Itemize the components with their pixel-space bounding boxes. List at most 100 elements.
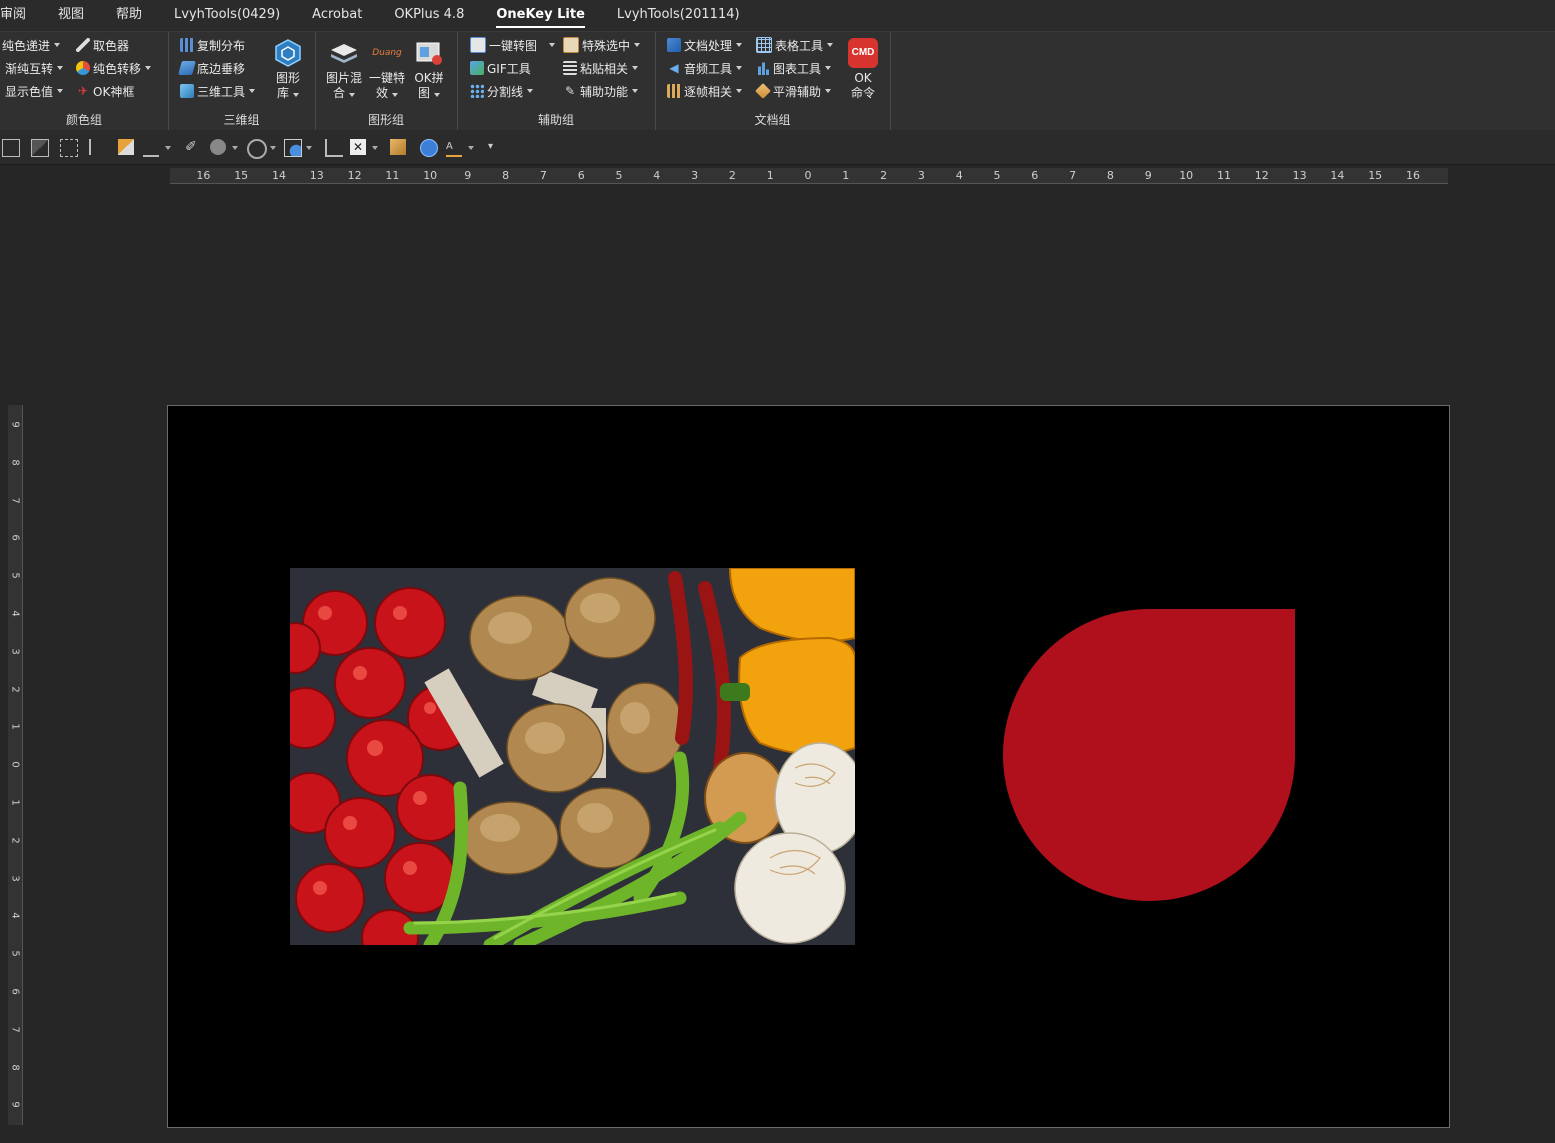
vertical-ruler[interactable]: 9 8 7 6 5 4 3 2 1 0 1 2 3 4 5 6 7 8 9 xyxy=(8,405,23,1125)
frame-by-frame-button[interactable]: 逐帧相关 xyxy=(667,81,743,101)
tab-onekey-lite[interactable]: OneKey Lite xyxy=(480,0,601,31)
stacked-layers-icon xyxy=(329,38,359,68)
shape-outline-icon[interactable] xyxy=(247,139,267,159)
tab-okplus[interactable]: OKPlus 4.8 xyxy=(378,0,480,31)
vegetables-photo[interactable] xyxy=(290,568,855,945)
group-icon[interactable] xyxy=(60,139,78,157)
ruler-h-tick-label: 0 xyxy=(804,169,812,182)
shape-fill-icon[interactable] xyxy=(210,139,226,155)
ruler-h-tick-label: 4 xyxy=(955,169,963,182)
doc-process-label: 文档处理 xyxy=(684,38,733,53)
gif-tools-button[interactable]: GIF工具 xyxy=(470,58,531,78)
ok-frame-button[interactable]: ✈ OK神框 xyxy=(76,81,134,101)
ruler-v-tick-label: 6 xyxy=(9,988,21,995)
image-blend-label-2: 合 xyxy=(332,86,345,100)
assist-function-label: 辅助功能 xyxy=(580,84,629,99)
paste-related-button[interactable]: 粘贴相关 xyxy=(563,58,639,78)
ruler-v-tick-label: 3 xyxy=(9,874,21,882)
ruler-v-tick-label: 1 xyxy=(9,799,21,806)
tab-help[interactable]: 帮助 xyxy=(100,0,158,31)
format-painter-icon[interactable]: ✐ xyxy=(185,139,201,155)
font-color-dropdown[interactable] xyxy=(468,146,474,150)
show-color-value-button[interactable]: 显示色值 xyxy=(5,81,64,101)
ruler-h-tick-label: 6 xyxy=(577,169,585,182)
ruler-v-tick-label: 7 xyxy=(9,1026,21,1033)
tab-lvyhtools-0429[interactable]: LvyhTools(0429) xyxy=(158,0,296,31)
ruler-v-tick-label: 4 xyxy=(9,912,21,920)
special-select-button[interactable]: 特殊选中 xyxy=(563,35,641,55)
color-picker-button[interactable]: 取色器 xyxy=(76,35,129,55)
ruler-h-tick-label: 4 xyxy=(653,169,661,182)
customize-toolbar-icon[interactable]: ▾ xyxy=(488,139,504,155)
color-transfer-button[interactable]: 纯色转移 xyxy=(76,58,152,78)
audio-tools-button[interactable]: ◀ 音频工具 xyxy=(667,58,743,78)
shape-outline-dropdown[interactable] xyxy=(270,146,276,150)
divider-line-button[interactable]: 分割线 xyxy=(470,81,534,101)
tab-acrobat[interactable]: Acrobat xyxy=(296,0,378,31)
tab-lvyhtools-201114[interactable]: LvyhTools(201114) xyxy=(601,0,756,31)
ribbon-tab-bar: 审阅 视图 帮助 LvyhTools(0429) Acrobat OKPlus … xyxy=(0,0,1555,31)
crop-icon[interactable] xyxy=(325,139,343,157)
color-picker-label: 取色器 xyxy=(93,38,130,53)
ruler-v-tick-label: 5 xyxy=(9,572,21,579)
assist-function-button[interactable]: ✎ 辅助功能 xyxy=(563,81,639,101)
gradient-pure-convert-label: 渐纯互转 xyxy=(5,61,54,76)
globe-icon[interactable] xyxy=(420,139,438,157)
special-select-label: 特殊选中 xyxy=(582,38,631,53)
text-box-dropdown[interactable] xyxy=(372,146,378,150)
bottom-edge-move-button[interactable]: 底边垂移 xyxy=(178,58,245,78)
crop-shape-icon[interactable] xyxy=(118,139,134,155)
ok-collage-button[interactable]: OK拼 图 xyxy=(411,36,447,101)
ruler-h-tick-label: 14 xyxy=(1330,169,1345,182)
grid-dots-icon xyxy=(470,84,484,98)
table-icon xyxy=(756,37,772,53)
shape-effects-dropdown[interactable] xyxy=(306,146,312,150)
cube-icon xyxy=(180,84,194,98)
ruler-h-tick-label: 8 xyxy=(502,169,510,182)
table-tools-button[interactable]: 表格工具 xyxy=(756,35,834,55)
bring-forward-icon[interactable] xyxy=(2,139,20,157)
tab-view[interactable]: 视图 xyxy=(42,0,100,31)
gradient-pure-convert-button[interactable]: 渐纯互转 xyxy=(5,58,64,78)
ruler-h-tick-label: 11 xyxy=(1217,169,1231,182)
teardrop-shape[interactable] xyxy=(1003,609,1295,901)
edit-points-dropdown[interactable] xyxy=(165,146,171,150)
shape-library-button[interactable]: 图形 库 xyxy=(268,36,308,101)
ruler-h-tick-label: 3 xyxy=(691,169,699,182)
one-click-to-image-button[interactable]: 一键转图 xyxy=(470,35,556,55)
group-assist-label: 辅助组 xyxy=(537,113,574,127)
smooth-assist-button[interactable]: 平滑辅助 xyxy=(755,81,832,101)
slide-canvas[interactable] xyxy=(167,405,1450,1128)
image-blend-button[interactable]: 图片混 合 xyxy=(323,36,365,101)
divider-line-label: 分割线 xyxy=(487,84,524,99)
ok-command-button[interactable]: CMD OK 命令 xyxy=(843,36,883,101)
tab-review[interactable]: 审阅 xyxy=(0,0,42,31)
group-graphic-label: 图形组 xyxy=(367,113,404,127)
one-click-effect-button[interactable]: Duang 一键特 效 xyxy=(367,36,407,101)
chart-tools-button[interactable]: 图表工具 xyxy=(756,58,832,78)
copy-distribute-button[interactable]: 复制分布 xyxy=(180,35,245,55)
ok-command-label: OK xyxy=(854,71,872,85)
ruler-h-tick-label: 9 xyxy=(464,169,472,182)
ruler-h-tick-label: 1 xyxy=(842,169,850,182)
pure-color-gradient-button[interactable]: 纯色递进 xyxy=(2,35,61,55)
3d-tools-button[interactable]: 三维工具 xyxy=(180,81,256,101)
shape-fill-dropdown[interactable] xyxy=(232,146,238,150)
group-doc-label: 文档组 xyxy=(754,113,791,127)
shape-library-label: 图形 xyxy=(275,71,300,85)
doc-process-button[interactable]: 文档处理 xyxy=(667,35,743,55)
ribbon: 纯色递进 渐纯互转 显示色值 取色器 纯色转移 ✈ OK神框 颜色组 复制分布 xyxy=(0,31,1555,131)
color-transfer-label: 纯色转移 xyxy=(93,61,142,76)
pure-color-gradient-label: 纯色递进 xyxy=(2,38,51,53)
picture-icon[interactable] xyxy=(390,139,406,155)
align-left-icon[interactable] xyxy=(89,139,107,155)
duang-icon: Duang xyxy=(372,48,402,58)
edit-points-icon[interactable] xyxy=(143,139,159,157)
font-color-icon[interactable]: A xyxy=(446,139,462,157)
horizontal-ruler[interactable]: 16 15 14 13 12 11 10 9 8 7 6 5 4 3 2 1 0 1 2 3 4 5 6 7 8 9 10 11 12 1… xyxy=(170,168,1448,184)
3d-tools-label: 三维工具 xyxy=(197,84,246,99)
shape-effects-icon[interactable] xyxy=(284,139,302,157)
send-backward-icon[interactable] xyxy=(31,139,49,157)
text-box-icon[interactable]: ✕ xyxy=(350,139,366,155)
wrench-icon: ✎ xyxy=(564,84,576,98)
